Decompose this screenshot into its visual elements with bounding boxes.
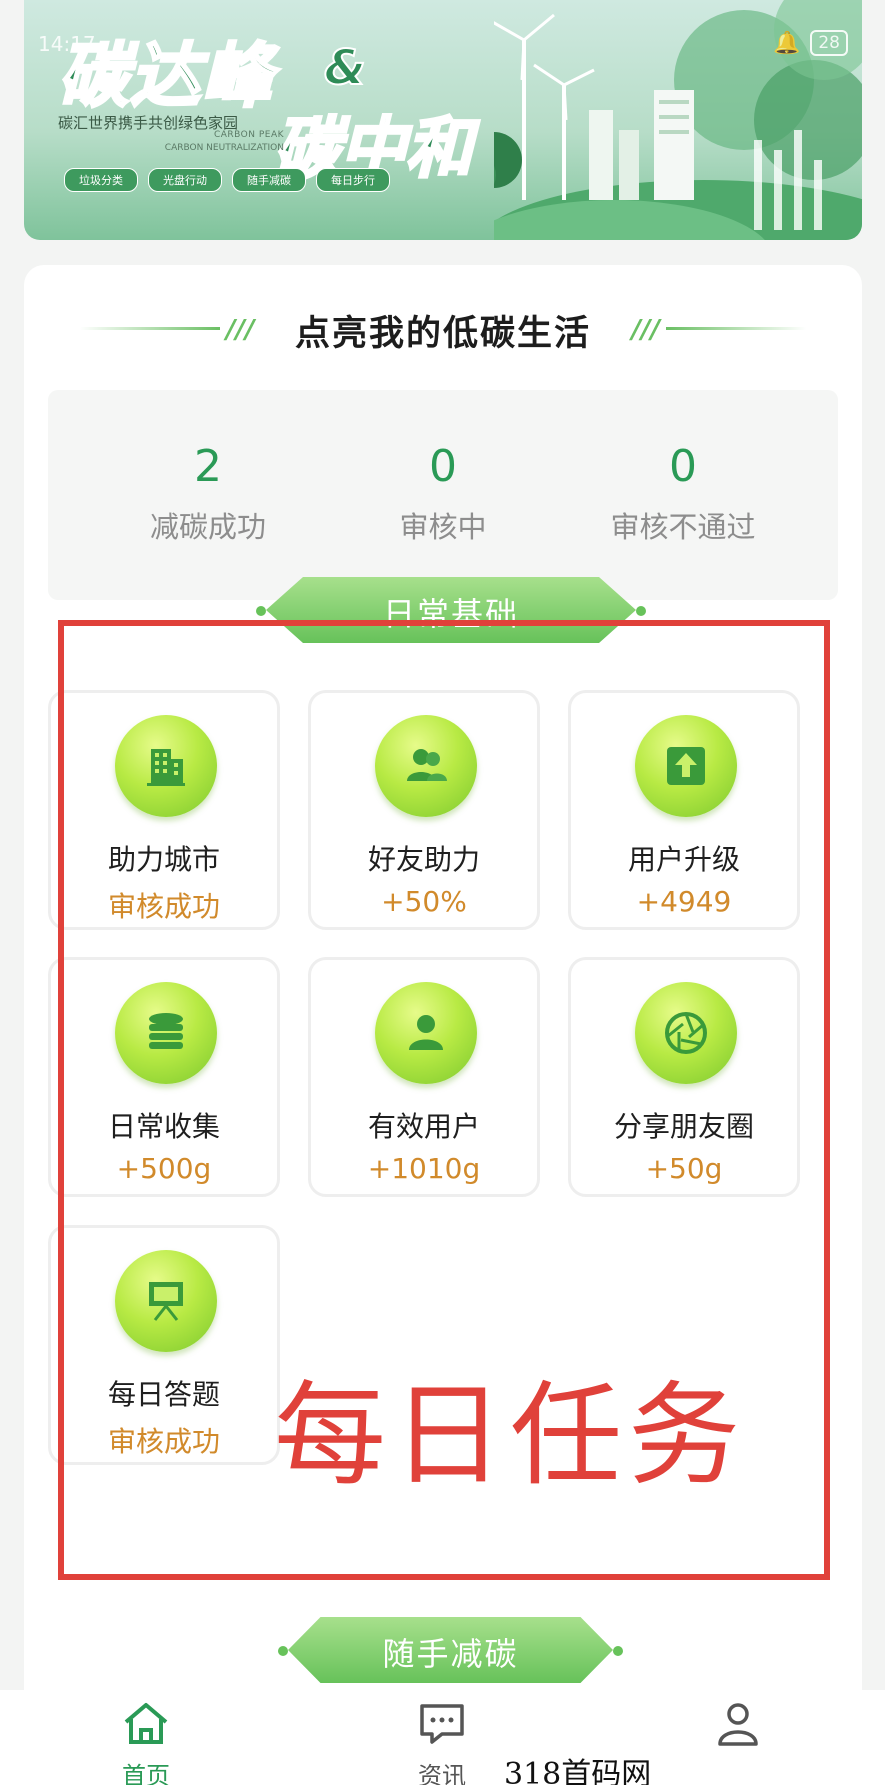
task-name: 有效用户	[367, 1110, 480, 1143]
task-tile-share-moments[interactable]: 分享朋友圈 +50g	[568, 957, 800, 1197]
annotation-label: 每日任务	[274, 1371, 746, 1501]
stats-panel: 2 减碳成功 0 审核中 0 审核不通过	[48, 390, 838, 600]
daily-basics-ribbon: 日常基础	[256, 577, 646, 643]
coin-stack-icon	[115, 982, 217, 1084]
task-name: 助力城市	[107, 843, 220, 876]
task-tile-valid-users[interactable]: 有效用户 +1010g	[308, 957, 540, 1197]
stat-value: 0	[429, 441, 457, 492]
title-decoration-line	[666, 327, 806, 330]
building-icon	[115, 715, 217, 817]
tab-home[interactable]: 首页	[86, 1698, 206, 1785]
stat-label: 减碳成功	[149, 510, 266, 544]
banner-tag: 光盘行动	[148, 168, 222, 192]
task-value: 审核成功	[107, 1425, 220, 1458]
banner-english-2: CARBON NEUTRALIZATION	[164, 143, 284, 153]
stat-value: 0	[669, 441, 697, 492]
section-title: 点亮我的低碳生活	[294, 314, 591, 354]
task-value: 审核成功	[107, 890, 220, 923]
hero-banner[interactable]: 14:17 🔔 28 碳达峰 & 碳中和 碳汇世界携手共创绿色家园 CARBON…	[24, 0, 862, 240]
stat-rejected[interactable]: 0 审核不通过	[563, 440, 803, 546]
banner-english-1: CARBON PEAK	[213, 130, 284, 140]
tab-label: 资讯	[418, 1762, 466, 1785]
battery-indicator: 28	[810, 30, 848, 56]
task-tile-help-city[interactable]: 助力城市 审核成功	[48, 690, 280, 930]
tab-label: 首页	[122, 1762, 170, 1785]
task-value: +50%	[381, 885, 467, 918]
user-profile-icon	[718, 1703, 758, 1746]
tab-news[interactable]: 资讯	[382, 1698, 502, 1785]
task-tile-friend-help[interactable]: 好友助力 +50%	[308, 690, 540, 930]
banner-title-peak: 碳达峰	[57, 34, 274, 119]
task-name: 好友助力	[367, 843, 480, 876]
task-name: 分享朋友圈	[613, 1110, 754, 1143]
banner-tag: 每日步行	[316, 168, 390, 192]
banner-tags: 垃圾分类 光盘行动 随手减碳 每日步行	[64, 168, 390, 192]
task-name: 用户升级	[627, 843, 740, 876]
low-carbon-card: /// 点亮我的低碳生活 /// 2 减碳成功 0 审核中 0 审核不通过 日常…	[24, 265, 862, 1785]
message-icon	[420, 1704, 464, 1744]
user-icon	[375, 982, 477, 1084]
banner-tag: 随手减碳	[232, 168, 306, 192]
task-tile-daily-quiz[interactable]: 每日答题 审核成功	[48, 1225, 280, 1465]
task-value: +500g	[116, 1152, 212, 1185]
banner-tag: 垃圾分类	[64, 168, 138, 192]
site-watermark: 318首码网 www.e318.com	[498, 1749, 885, 1785]
home-icon	[124, 1703, 168, 1744]
stat-value: 2	[194, 441, 222, 492]
upgrade-arrow-icon	[635, 715, 737, 817]
easel-icon	[115, 1250, 217, 1352]
task-tile-user-upgrade[interactable]: 用户升级 +4949	[568, 690, 800, 930]
friends-icon	[375, 715, 477, 817]
stat-reviewing[interactable]: 0 审核中	[323, 440, 563, 546]
task-value: +4949	[636, 885, 732, 918]
stat-success[interactable]: 2 减碳成功	[88, 440, 328, 546]
ribbon-label: 日常基础	[382, 595, 519, 633]
banner-ampersand: &	[323, 39, 367, 97]
title-decoration-bars: ///	[631, 315, 661, 345]
task-value: +50g	[645, 1152, 723, 1185]
aperture-icon	[635, 982, 737, 1084]
task-tile-daily-collect[interactable]: 日常收集 +500g	[48, 957, 280, 1197]
task-value: +1010g	[367, 1152, 481, 1185]
bell-icon: 🔔	[772, 30, 801, 56]
stat-label: 审核不通过	[610, 510, 756, 544]
casual-reduction-ribbon: 随手减碳	[278, 1617, 623, 1683]
task-name: 日常收集	[107, 1110, 220, 1143]
task-name: 每日答题	[107, 1378, 220, 1411]
stat-label: 审核中	[399, 510, 487, 544]
ribbon-label: 随手减碳	[382, 1635, 519, 1673]
